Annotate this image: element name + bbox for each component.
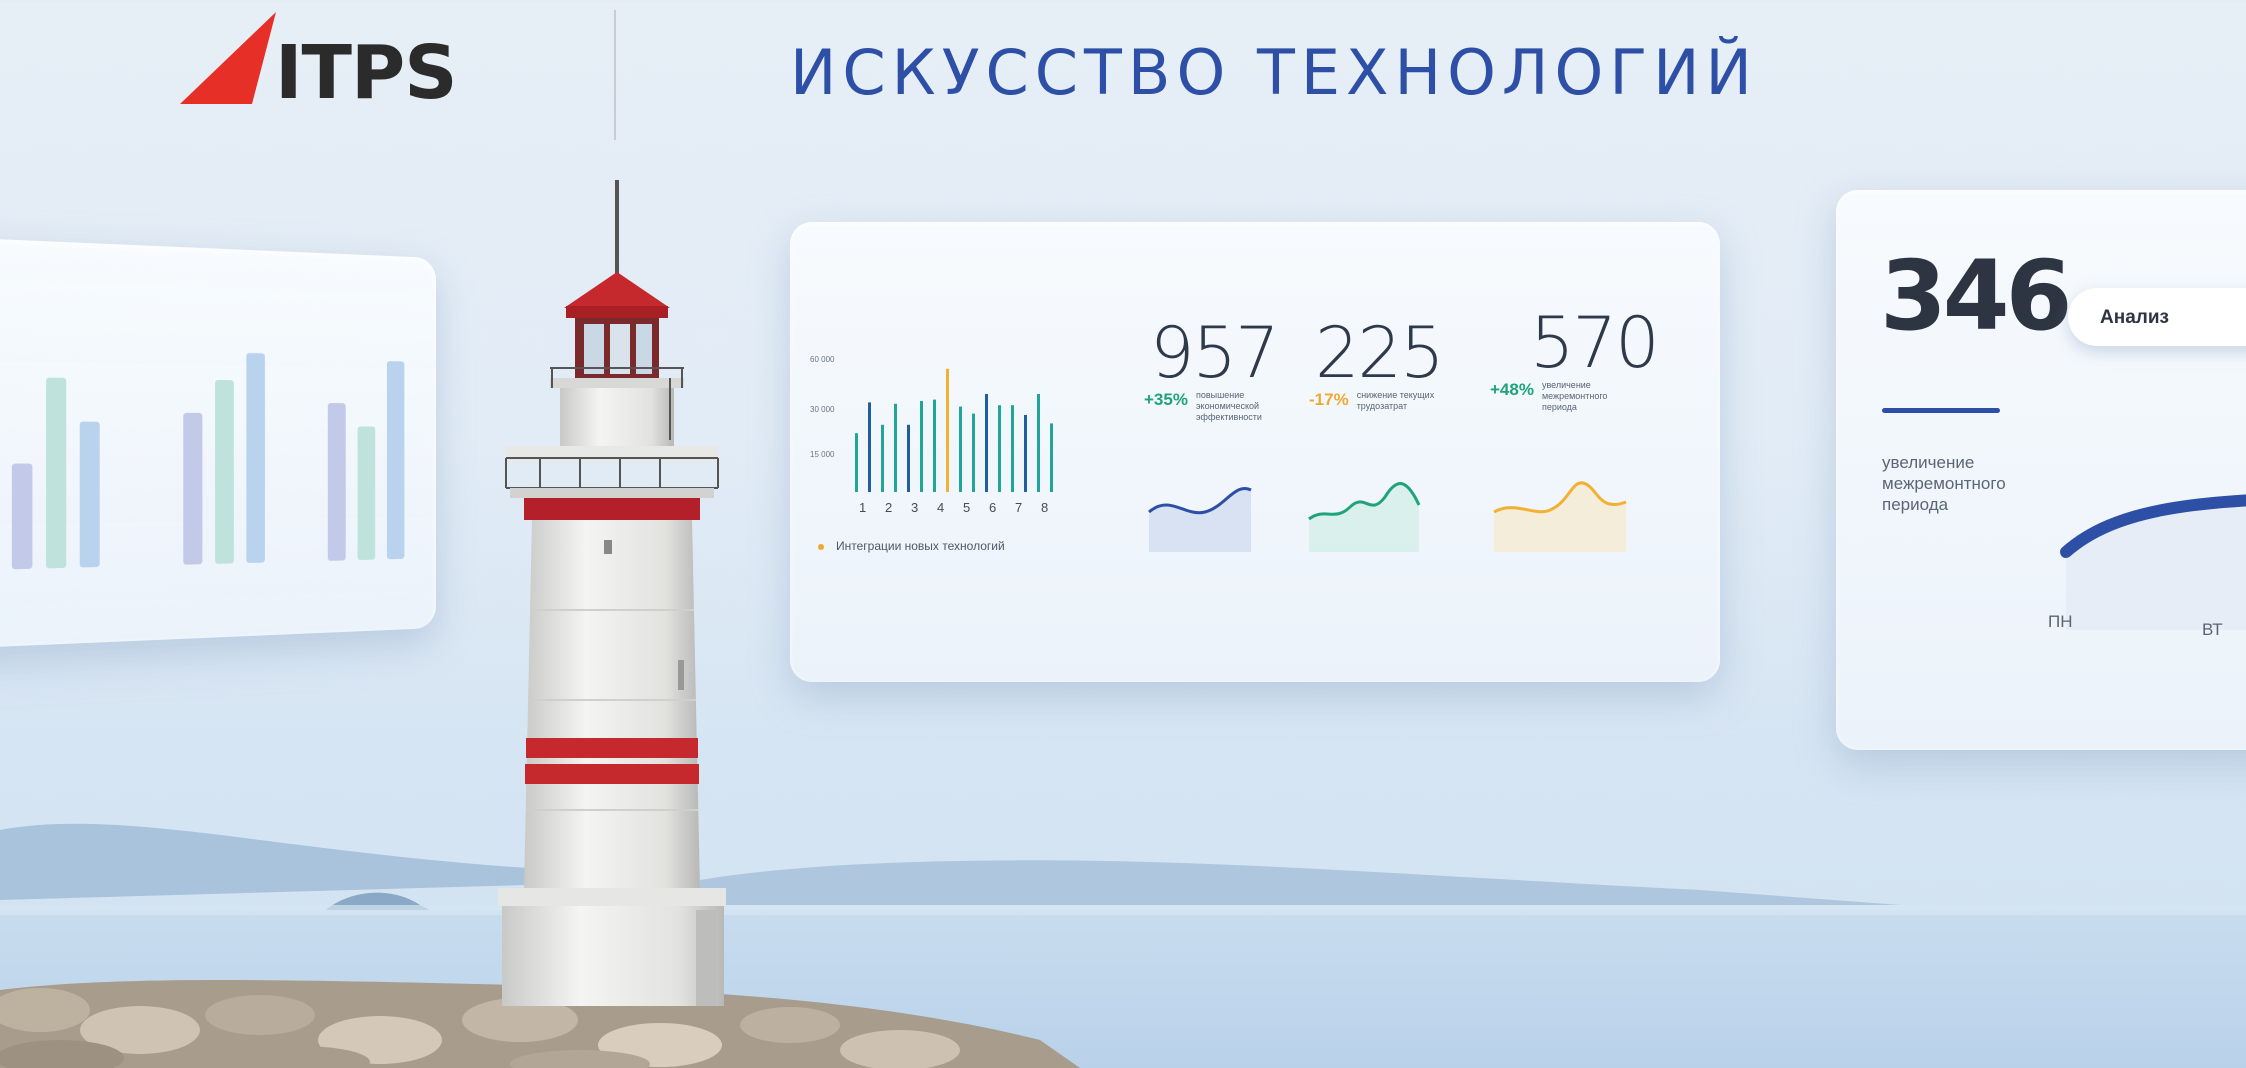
y-tick-label: 60 000	[810, 355, 835, 364]
sparkline-2	[1308, 482, 1421, 552]
stat-value: 570	[1530, 302, 1660, 384]
integration-bar	[998, 405, 1001, 492]
hill-center	[700, 860, 1900, 905]
integration-bar	[894, 403, 897, 492]
x-tick-label: 8	[1041, 500, 1048, 515]
stat-description: увеличение межремонтного периода	[1541, 380, 1608, 412]
integration-bar	[920, 401, 923, 492]
stat-value: 957	[1150, 312, 1280, 394]
stat-card-2: 225 -17% снижение текущих трудозатрат	[1309, 312, 1445, 412]
integration-bar	[881, 424, 884, 492]
horizon	[0, 905, 2246, 915]
integration-bar	[959, 406, 962, 492]
left-chart-bar	[246, 352, 265, 564]
integration-bar	[855, 433, 858, 492]
analysis-button[interactable]: Анализ ✕	[2068, 288, 2246, 346]
integration-bar	[1050, 423, 1053, 492]
stat-percent: +35%	[1144, 390, 1188, 409]
integration-bar	[933, 399, 936, 492]
integration-bar	[985, 394, 988, 492]
legend-label: Интеграции новых технологий	[836, 539, 1005, 553]
integration-bar	[972, 413, 975, 492]
stat-card-3: 570 +48% увеличение межремонтного период…	[1490, 302, 1660, 413]
x-tick-label: 5	[963, 500, 970, 515]
right-analysis-card: 346 увеличение межремонтного периода Ана…	[1836, 190, 2246, 750]
x-tick-label: 2	[885, 500, 892, 515]
stat-description: повышение экономической эффективности	[1195, 390, 1262, 422]
left-chart-bar	[386, 361, 405, 560]
left-chart-bar	[215, 379, 234, 564]
integration-bar	[907, 424, 910, 492]
stat-percent: -17%	[1309, 390, 1349, 409]
y-tick-label: 30 000	[810, 405, 835, 414]
analysis-button-label: Анализ	[2100, 307, 2169, 328]
integration-bar	[1024, 415, 1027, 492]
metric-description: увеличение межремонтного периода	[1882, 453, 2006, 514]
left-bar-chart	[11, 352, 405, 570]
left-chart-bar	[357, 426, 376, 561]
lighthouse-red-band	[524, 498, 700, 520]
metric-underline	[1882, 408, 2000, 413]
stat-description: снижение текущих трудозатрат	[1356, 390, 1435, 411]
left-chart-bar	[79, 421, 100, 568]
lighthouse	[498, 180, 726, 1006]
x-tick-label: 6	[989, 500, 996, 515]
left-chart-bar	[46, 377, 67, 569]
integrations-bar-chart: 60 000 30 000 15 000 1 2 3 4 5 6 7 8	[810, 355, 1053, 515]
lighthouse-antenna	[615, 180, 619, 280]
left-chart-card	[0, 236, 436, 650]
left-chart-bar	[327, 403, 346, 561]
left-chart-bar	[183, 412, 203, 565]
day-label-tue: ВТ	[2202, 620, 2223, 639]
stat-card-1: 957 +35% повышение экономической эффекти…	[1144, 312, 1280, 423]
x-tick-label: 3	[911, 500, 918, 515]
stat-percent: +48%	[1490, 380, 1534, 399]
arc-gauge	[2060, 494, 2246, 630]
lighthouse-tower	[524, 520, 700, 890]
x-tick-label: 7	[1015, 500, 1022, 515]
y-tick-label: 15 000	[810, 450, 835, 459]
integration-bar	[946, 368, 949, 492]
stat-value: 225	[1315, 312, 1445, 394]
metric-value: 346	[1880, 240, 2072, 352]
integration-bar	[868, 402, 871, 492]
sparkline-1	[1148, 486, 1252, 552]
sparkline-3	[1493, 481, 1627, 552]
lighthouse-roof	[564, 272, 670, 308]
day-label-mon: ПН	[2048, 612, 2073, 631]
left-chart-bar	[11, 463, 33, 570]
x-tick-label: 1	[859, 500, 866, 515]
x-tick-label: 4	[937, 500, 944, 515]
integration-bar	[1037, 394, 1040, 492]
center-dashboard-card: 60 000 30 000 15 000 1 2 3 4 5 6 7 8 Интеграции но…	[790, 222, 1720, 682]
integration-bar	[1011, 405, 1014, 492]
legend-marker	[818, 544, 824, 550]
